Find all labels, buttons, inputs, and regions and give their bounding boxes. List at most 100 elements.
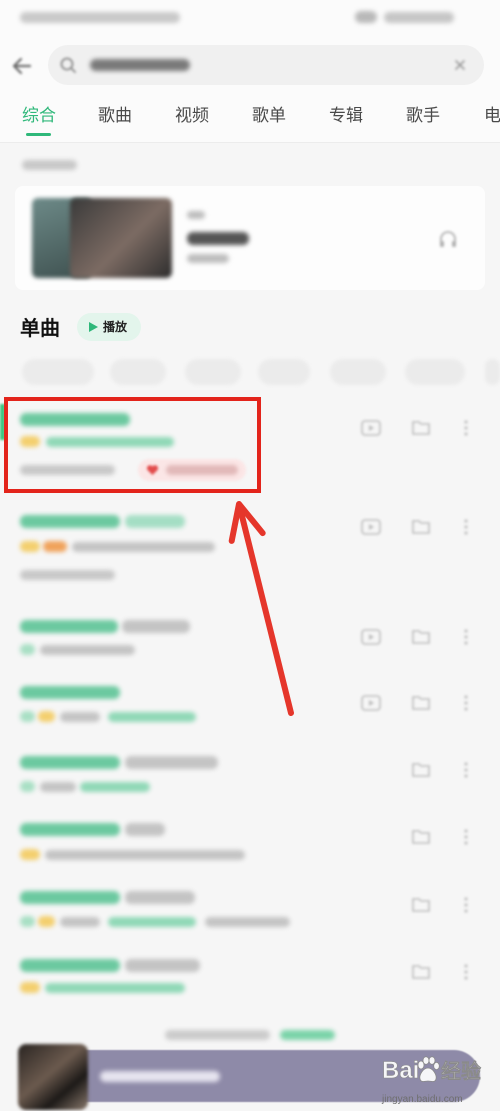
filter-chip[interactable] (185, 359, 241, 385)
quality-tag-blurred (20, 849, 40, 860)
add-to-playlist-icon[interactable] (410, 760, 432, 780)
album-cover-front (70, 198, 172, 278)
mv-icon[interactable] (360, 517, 382, 537)
quality-tag-blurred (20, 644, 35, 655)
vip-tag-blurred (38, 711, 55, 722)
card-meta-blurred (187, 211, 205, 219)
play-all-label: 播放 (103, 320, 128, 334)
recommend-card[interactable] (15, 186, 485, 290)
song-version-blurred (125, 515, 185, 528)
song-item[interactable] (0, 813, 500, 868)
add-to-playlist-icon[interactable] (410, 693, 432, 713)
add-to-playlist-icon[interactable] (410, 627, 432, 647)
vip-tag-blurred (38, 916, 55, 927)
feedback-hint-blurred (165, 1030, 270, 1040)
filter-chip[interactable] (258, 359, 310, 385)
song-artist-blurred (40, 782, 76, 792)
filter-chip[interactable] (110, 359, 166, 385)
now-playing-title-blurred (100, 1071, 220, 1082)
more-icon[interactable] (455, 760, 477, 780)
song-item[interactable] (0, 610, 500, 665)
song-artist-blurred (60, 712, 100, 722)
annotation-highlight-box (4, 397, 261, 493)
add-to-playlist-icon[interactable] (410, 418, 432, 438)
song-album-blurred (45, 983, 185, 993)
play-icon (89, 322, 98, 332)
add-to-playlist-icon[interactable] (410, 895, 432, 915)
song-title-blurred (20, 756, 120, 769)
more-icon[interactable] (455, 517, 477, 537)
song-item[interactable] (0, 505, 500, 585)
play-all-button[interactable]: 播放 (77, 313, 141, 341)
song-title-blurred (20, 823, 120, 836)
more-icon[interactable] (455, 895, 477, 915)
song-version-blurred (125, 891, 195, 904)
headphone-icon[interactable] (437, 228, 459, 250)
mv-icon[interactable] (360, 418, 382, 438)
song-item[interactable] (0, 949, 500, 1004)
quality-tag-blurred (20, 982, 40, 993)
more-icon[interactable] (455, 827, 477, 847)
tab-playlists[interactable]: 歌单 (252, 105, 288, 127)
song-extra-blurred (20, 570, 115, 580)
watermark-brand: Bai (382, 1057, 420, 1085)
feedback-link-blurred[interactable] (280, 1030, 335, 1040)
add-to-playlist-icon[interactable] (410, 517, 432, 537)
quality-tag-blurred (20, 541, 40, 552)
more-icon[interactable] (455, 627, 477, 647)
card-title-blurred (187, 232, 249, 245)
quality-tag-blurred (20, 781, 35, 792)
quality-tag-blurred (20, 711, 35, 722)
watermark-url: jingyan.baidu.com (382, 1094, 463, 1105)
song-title-blurred (20, 959, 120, 972)
song-title-blurred (20, 515, 120, 528)
song-artist-blurred (60, 917, 100, 927)
header: 综合 歌曲 视频 歌单 专辑 歌手 电 (0, 0, 500, 142)
songs-section-title: 单曲 (20, 316, 60, 340)
song-item[interactable] (0, 746, 500, 801)
filter-chip[interactable] (405, 359, 465, 385)
mv-icon[interactable] (360, 627, 382, 647)
song-version-blurred (125, 959, 200, 972)
song-item[interactable] (0, 881, 500, 936)
filter-chips (0, 355, 500, 389)
tab-videos[interactable]: 视频 (175, 105, 211, 127)
song-title-blurred (20, 891, 120, 904)
tab-more-cut[interactable]: 电 (484, 105, 500, 127)
song-version-blurred (125, 823, 165, 836)
mv-icon[interactable] (360, 693, 382, 713)
header-divider (0, 142, 500, 143)
add-to-playlist-icon[interactable] (410, 827, 432, 847)
more-icon[interactable] (455, 693, 477, 713)
baidu-paw-icon (417, 1056, 440, 1082)
song-version-blurred (125, 756, 218, 769)
recommend-label-blurred (22, 160, 77, 170)
filter-chip[interactable] (485, 359, 500, 385)
tab-bar: 综合 歌曲 视频 歌单 专辑 歌手 电 (0, 0, 500, 142)
tab-all[interactable]: 综合 (22, 105, 58, 127)
song-album-blurred (108, 917, 196, 927)
tab-albums[interactable]: 专辑 (329, 105, 365, 127)
active-tab-indicator (26, 133, 51, 136)
song-album-blurred (108, 712, 196, 722)
watermark-product: 经验 (441, 1059, 482, 1084)
filter-chip[interactable] (22, 359, 94, 385)
song-version-blurred (122, 620, 190, 633)
filter-chip[interactable] (330, 359, 386, 385)
more-icon[interactable] (455, 418, 477, 438)
quality-tag-blurred (20, 916, 35, 927)
song-item[interactable] (0, 676, 500, 731)
song-title-blurred (20, 620, 118, 633)
tab-songs[interactable]: 歌曲 (98, 105, 134, 127)
song-album-blurred (80, 782, 150, 792)
song-extra-blurred (205, 917, 290, 927)
tab-artists[interactable]: 歌手 (406, 105, 442, 127)
card-subtitle-blurred (187, 254, 229, 263)
mini-player-cover[interactable] (18, 1044, 88, 1110)
more-icon[interactable] (455, 962, 477, 982)
song-artist-blurred (40, 645, 135, 655)
watermark: Bai 经验 jingyan.baidu.com (380, 1054, 490, 1110)
song-artist-blurred (72, 542, 215, 552)
song-artist-blurred (45, 850, 245, 860)
add-to-playlist-icon[interactable] (410, 962, 432, 982)
